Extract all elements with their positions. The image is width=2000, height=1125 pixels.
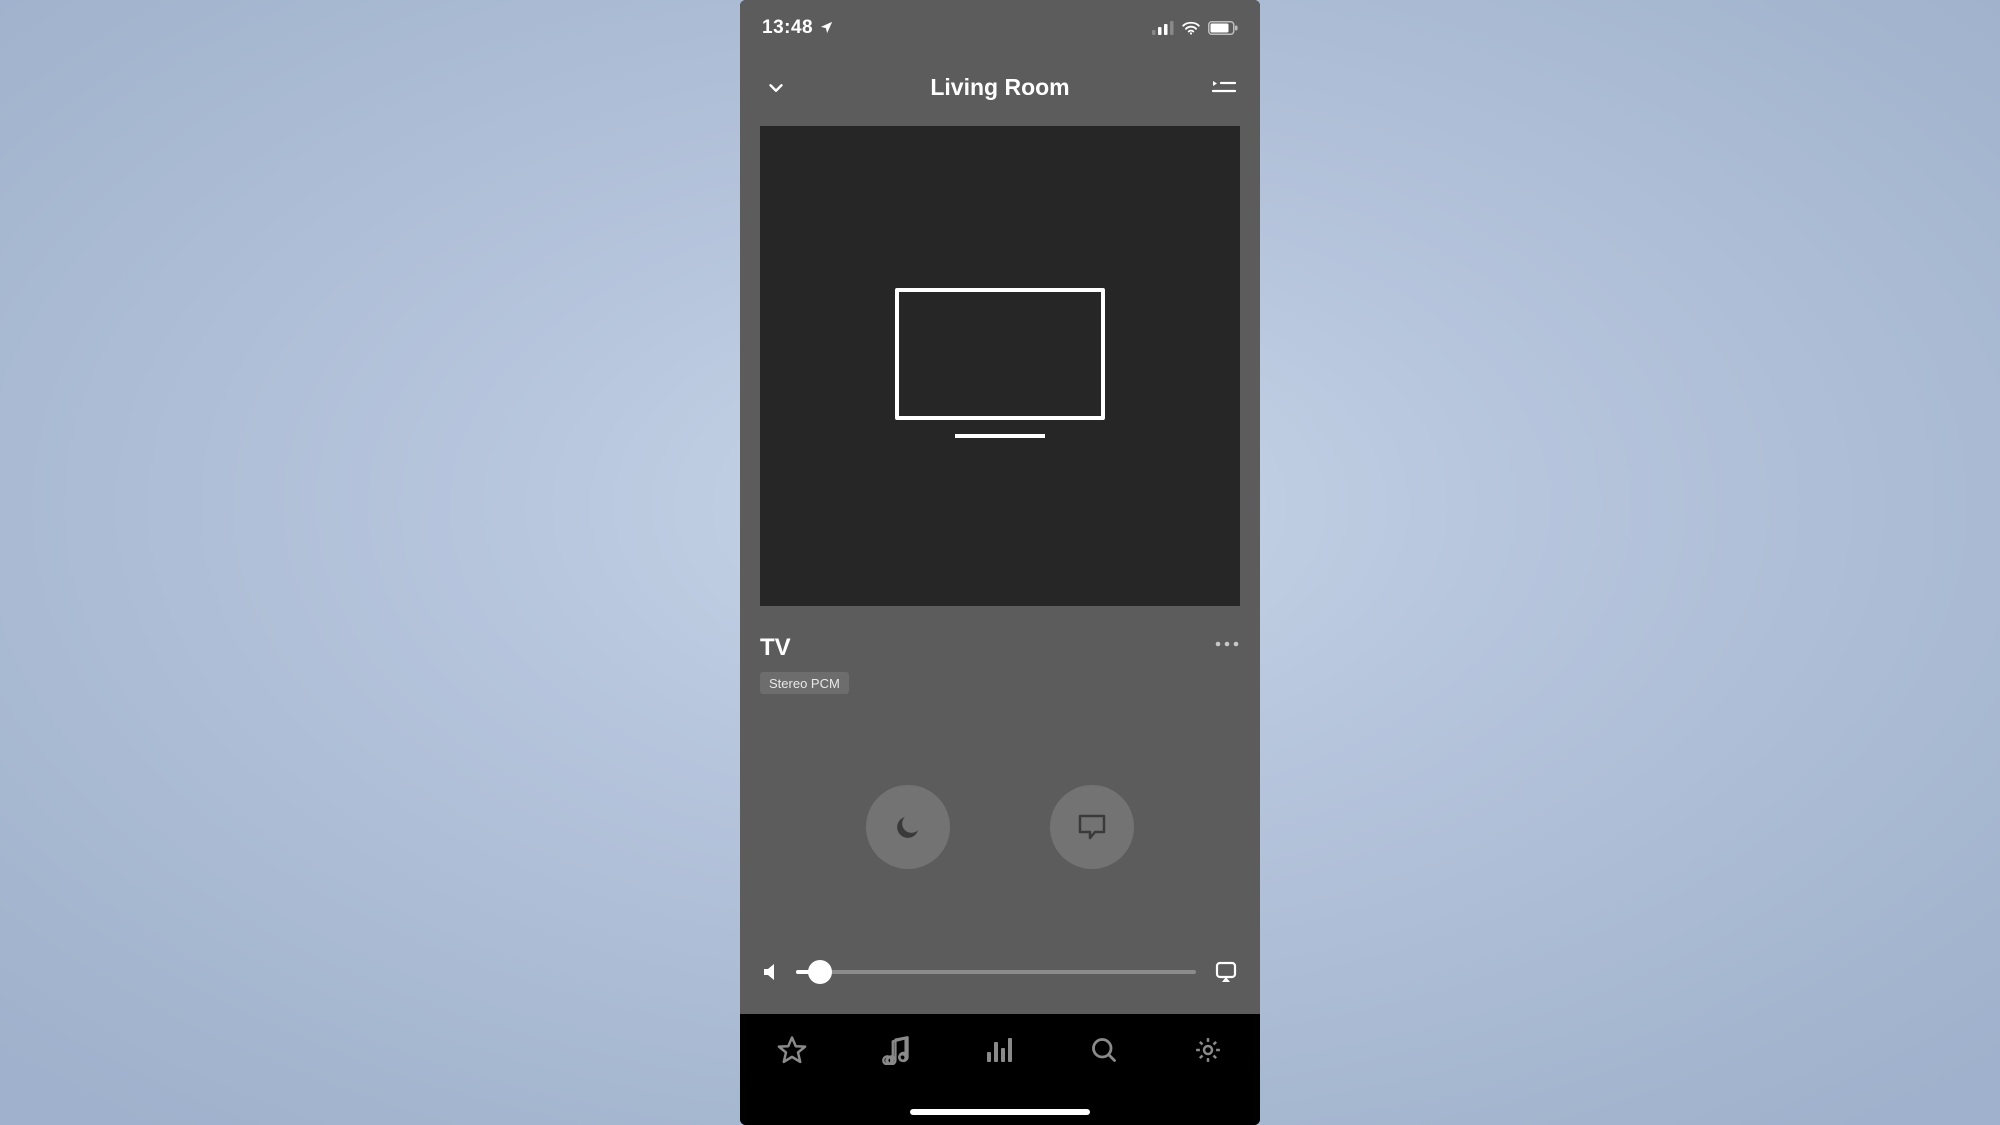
location-arrow-icon (819, 20, 834, 35)
status-left: 13:48 (762, 17, 834, 39)
backdrop: 13:48 (0, 0, 2000, 1125)
moon-icon (893, 812, 923, 842)
status-bar: 13:48 (740, 0, 1260, 55)
volume-slider[interactable] (796, 970, 1196, 974)
speech-bubble-icon (1077, 813, 1107, 841)
tab-bar (740, 1014, 1260, 1125)
tab-favorites[interactable] (772, 1030, 812, 1070)
battery-icon (1208, 21, 1238, 35)
source-name: TV (760, 634, 849, 662)
output-selector-button[interactable] (1214, 960, 1238, 984)
music-note-icon (883, 1035, 909, 1065)
rooms-icon (1214, 960, 1238, 984)
wifi-icon (1181, 21, 1201, 35)
volume-low-icon[interactable] (762, 963, 778, 981)
tab-settings[interactable] (1188, 1030, 1228, 1070)
chevron-down-icon (765, 77, 787, 99)
track-info: TV Stereo PCM (760, 634, 849, 694)
track-row: TV Stereo PCM (760, 634, 1240, 694)
format-badge: Stereo PCM (760, 672, 849, 694)
tab-search[interactable] (1084, 1030, 1124, 1070)
now-playing-content: TV Stereo PCM (740, 120, 1260, 1014)
star-icon (777, 1035, 807, 1065)
room-title: Living Room (930, 74, 1069, 101)
tab-music[interactable] (876, 1030, 916, 1070)
status-right (1152, 21, 1238, 35)
equalizer-icon (985, 1036, 1015, 1064)
home-indicator[interactable] (910, 1109, 1090, 1115)
playlist-icon (1212, 78, 1236, 98)
artwork-area (760, 126, 1240, 606)
search-icon (1090, 1036, 1118, 1064)
status-time: 13:48 (762, 17, 813, 39)
queue-button[interactable] (1210, 74, 1238, 102)
night-mode-button[interactable] (866, 785, 950, 869)
phone-frame: 13:48 (740, 0, 1260, 1125)
tab-rooms[interactable] (980, 1030, 1020, 1070)
cellular-signal-icon (1152, 21, 1174, 35)
gear-icon (1193, 1035, 1223, 1065)
more-horizontal-icon (1214, 640, 1240, 648)
volume-slider-thumb[interactable] (808, 960, 832, 984)
app-header: Living Room (740, 55, 1260, 120)
more-options-button[interactable] (1214, 634, 1240, 648)
speech-enhance-button[interactable] (1050, 785, 1134, 869)
tv-icon (895, 286, 1105, 446)
collapse-button[interactable] (762, 74, 790, 102)
volume-row (760, 960, 1240, 1014)
playback-controls (760, 694, 1240, 960)
